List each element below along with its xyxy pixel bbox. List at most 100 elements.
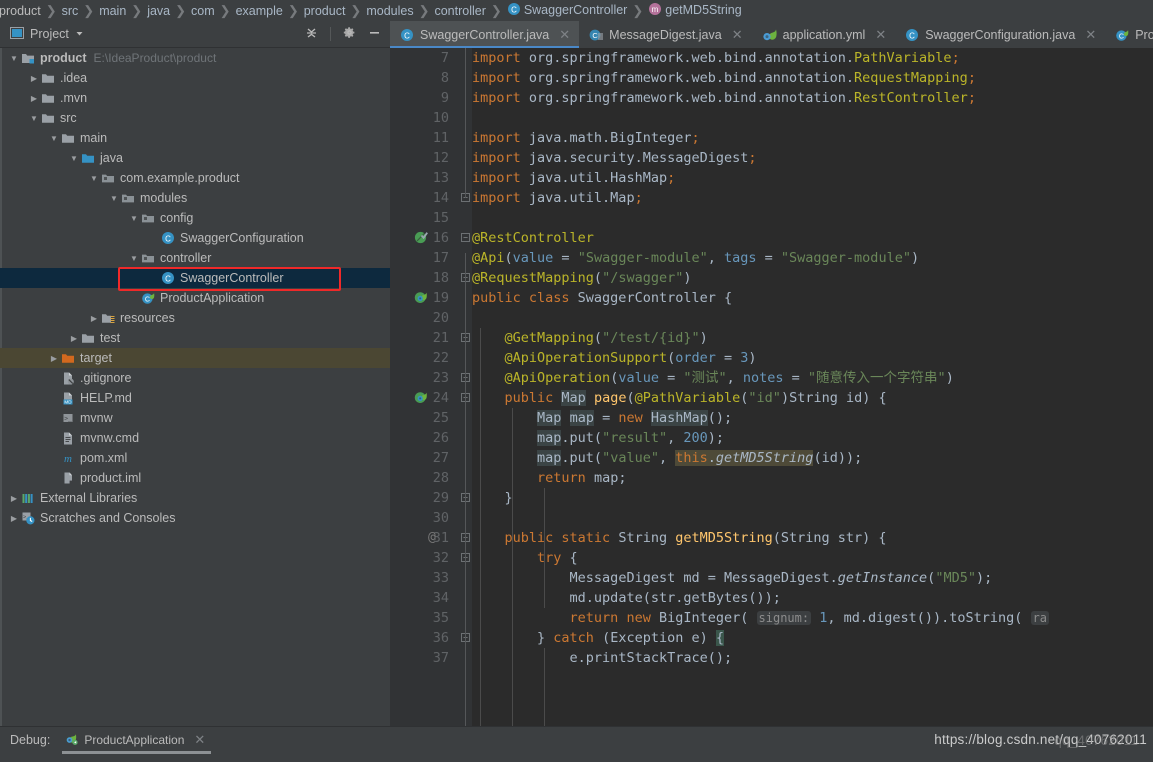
editor-gutter[interactable]: 7 8 9 10 11 12 13 14 15 16 17 18 19 20 21 22 23 24 25 26 27 2…: [390, 48, 458, 726]
expand-arrow-down-icon[interactable]: ▼: [108, 194, 120, 203]
fold-row[interactable]: [458, 208, 472, 228]
editor-tab-swaggerconfiguration-java[interactable]: C SwaggerConfiguration.java ✕: [895, 21, 1105, 48]
code-line[interactable]: @ApiOperationSupport(order = 3): [472, 348, 1153, 368]
tree-node-mvnw[interactable]: >_ mvnw: [0, 408, 390, 428]
gutter-row[interactable]: 17: [390, 248, 458, 268]
chevron-down-icon[interactable]: [75, 27, 84, 41]
code-line[interactable]: public static String getMD5String(String…: [472, 528, 1153, 548]
tree-node--mvn[interactable]: ▶ .mvn: [0, 88, 390, 108]
gutter-row[interactable]: 23: [390, 368, 458, 388]
expand-arrow-down-icon[interactable]: ▼: [28, 114, 40, 123]
code-fold-toggle-icon[interactable]: −: [461, 233, 470, 242]
tree-node-productapplication[interactable]: C ProductApplication: [0, 288, 390, 308]
code-line[interactable]: try {: [472, 548, 1153, 568]
breadcrumb-item-com[interactable]: com: [188, 4, 218, 18]
gutter-row[interactable]: 9: [390, 88, 458, 108]
code-line[interactable]: map.put("result", 200);: [472, 428, 1153, 448]
tree-node-resources[interactable]: ▶ resources: [0, 308, 390, 328]
code-line[interactable]: e.printStackTrace();: [472, 648, 1153, 668]
collapse-all-icon[interactable]: [305, 26, 318, 42]
editor-tab-bar[interactable]: C SwaggerController.java ✕ C MessageDigest.j…: [390, 21, 1153, 48]
gutter-row[interactable]: 37: [390, 648, 458, 668]
code-line[interactable]: public Map page(@PathVariable("id")Strin…: [472, 388, 1153, 408]
code-line[interactable]: return map;: [472, 468, 1153, 488]
code-line[interactable]: MessageDigest md = MessageDigest.getInst…: [472, 568, 1153, 588]
breadcrumb-item-getmd5string[interactable]: m getMD5String: [645, 2, 744, 19]
bean-ok-icon[interactable]: [414, 230, 428, 248]
code-line[interactable]: import org.springframework.web.bind.anno…: [472, 88, 1153, 108]
code-line[interactable]: Map map = new HashMap();: [472, 408, 1153, 428]
expand-arrow-right-icon[interactable]: ▶: [28, 74, 40, 83]
breadcrumb-item-controller[interactable]: controller: [431, 4, 488, 18]
expand-arrow-right-icon[interactable]: ▶: [8, 494, 20, 503]
code-line[interactable]: @Api(value = "Swagger-module", tags = "S…: [472, 248, 1153, 268]
close-icon[interactable]: ✕: [732, 27, 743, 43]
gutter-row[interactable]: 34: [390, 588, 458, 608]
gutter-row[interactable]: 8: [390, 68, 458, 88]
expand-arrow-down-icon[interactable]: ▼: [128, 254, 140, 263]
expand-arrow-right-icon[interactable]: ▶: [8, 514, 20, 523]
code-line[interactable]: import org.springframework.web.bind.anno…: [472, 48, 1153, 68]
gutter-row[interactable]: 20: [390, 308, 458, 328]
gutter-row[interactable]: 24: [390, 388, 458, 408]
expand-arrow-down-icon[interactable]: ▼: [88, 174, 100, 183]
project-panel-title-group[interactable]: Project: [0, 26, 84, 43]
code-line[interactable]: import java.math.BigInteger;: [472, 128, 1153, 148]
gutter-row[interactable]: 10: [390, 108, 458, 128]
code-text[interactable]: import org.springframework.web.bind.anno…: [472, 48, 1153, 726]
code-line[interactable]: [472, 208, 1153, 228]
tree-node-product-iml[interactable]: product.iml: [0, 468, 390, 488]
gutter-row[interactable]: 28: [390, 468, 458, 488]
gutter-row[interactable]: 19: [390, 288, 458, 308]
code-line[interactable]: import java.util.Map;: [472, 188, 1153, 208]
breadcrumb-item-modules[interactable]: modules: [363, 4, 416, 18]
gutter-row[interactable]: 35: [390, 608, 458, 628]
tree-node-controller[interactable]: ▼ controller: [0, 248, 390, 268]
code-line[interactable]: map.put("value", this.getMD5String(id));: [472, 448, 1153, 468]
code-line[interactable]: [472, 108, 1153, 128]
hide-panel-icon[interactable]: [368, 26, 381, 42]
editor-tab-application-yml[interactable]: application.yml ✕: [752, 21, 896, 48]
gear-icon[interactable]: [343, 26, 356, 42]
code-line[interactable]: @GetMapping("/test/{id}"): [472, 328, 1153, 348]
tree-node-external-libraries[interactable]: ▶ External Libraries: [0, 488, 390, 508]
gutter-row[interactable]: 36: [390, 628, 458, 648]
gutter-row[interactable]: 33: [390, 568, 458, 588]
code-line[interactable]: } catch (Exception e) {: [472, 628, 1153, 648]
expand-arrow-down-icon[interactable]: ▼: [68, 154, 80, 163]
tree-node-src[interactable]: ▼ src: [0, 108, 390, 128]
breadcrumb-item-product[interactable]: product: [301, 4, 349, 18]
code-line[interactable]: md.update(str.getBytes());: [472, 588, 1153, 608]
close-icon[interactable]: ✕: [875, 27, 886, 43]
code-line[interactable]: import org.springframework.web.bind.anno…: [472, 68, 1153, 88]
debug-session-tab[interactable]: ProductApplication ✕: [60, 732, 213, 754]
code-line[interactable]: @RestController: [472, 228, 1153, 248]
close-icon[interactable]: ✕: [559, 27, 570, 43]
code-line[interactable]: import java.security.MessageDigest;: [472, 148, 1153, 168]
breadcrumb-item-swaggercontroller[interactable]: C SwaggerController: [504, 2, 631, 19]
spring-bean-icon[interactable]: [414, 290, 428, 308]
fold-row[interactable]: −: [458, 228, 472, 248]
breadcrumb-item-src[interactable]: src: [59, 4, 82, 18]
gutter-row[interactable]: 32: [390, 548, 458, 568]
gutter-row[interactable]: 29: [390, 488, 458, 508]
code-line[interactable]: @ApiOperation(value = "测试", notes = "随意传…: [472, 368, 1153, 388]
tree-node-test[interactable]: ▶ test: [0, 328, 390, 348]
breadcrumb-item-product[interactable]: product: [0, 4, 44, 18]
tree-node-swaggerconfiguration[interactable]: C SwaggerConfiguration: [0, 228, 390, 248]
gutter-row[interactable]: 13: [390, 168, 458, 188]
editor-tab-produc[interactable]: C Produc: [1105, 21, 1153, 48]
tree-node-com-example-product[interactable]: ▼ com.example.product: [0, 168, 390, 188]
project-tree[interactable]: ▼ product E:\IdeaProduct\product ▶ .idea ▶ .mv…: [0, 48, 390, 726]
expand-arrow-down-icon[interactable]: ▼: [8, 54, 20, 63]
tree-node-help-md[interactable]: MD HELP.md: [0, 388, 390, 408]
gutter-row[interactable]: 22: [390, 348, 458, 368]
gutter-row[interactable]: 15: [390, 208, 458, 228]
tree-node-config[interactable]: ▼ config: [0, 208, 390, 228]
close-icon[interactable]: ✕: [1085, 27, 1096, 43]
tree-node-mvnw-cmd[interactable]: mvnw.cmd: [0, 428, 390, 448]
editor-tab-swaggercontroller-java[interactable]: C SwaggerController.java ✕: [390, 21, 580, 48]
code-line[interactable]: import java.util.HashMap;: [472, 168, 1153, 188]
expand-arrow-right-icon[interactable]: ▶: [68, 334, 80, 343]
gutter-row[interactable]: 25: [390, 408, 458, 428]
